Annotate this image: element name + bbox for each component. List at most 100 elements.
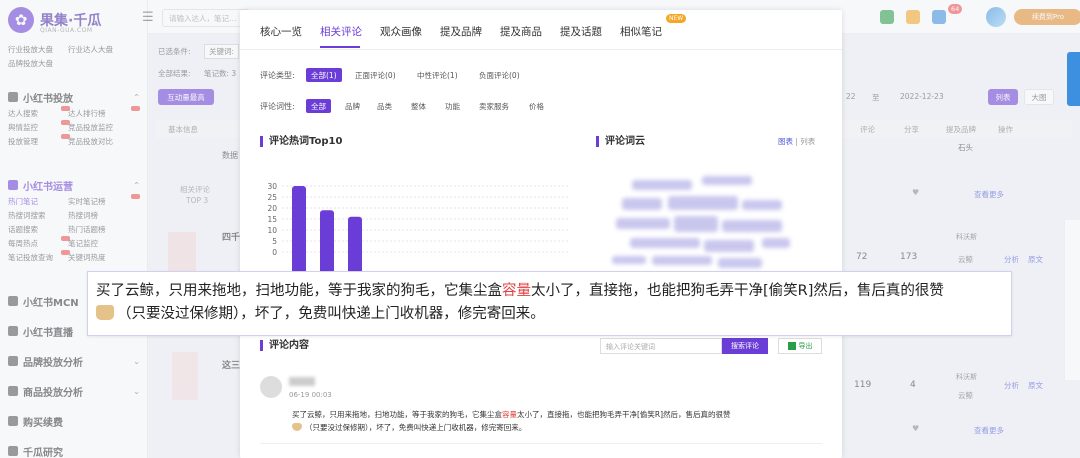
tab-similar-notes[interactable]: 相似笔记 bbox=[620, 24, 662, 39]
like-icon[interactable]: ♥ bbox=[912, 424, 919, 433]
hot-words-bar-chart: 0 5 10 15 20 25 30 bbox=[267, 182, 568, 280]
thumbs-up-icon bbox=[96, 305, 114, 320]
y-tick-label: 20 bbox=[267, 204, 277, 213]
tab-topics[interactable]: 提及话题 bbox=[560, 24, 602, 39]
sidebar-item[interactable]: 热门话题榜 bbox=[68, 224, 138, 235]
note-thumbnail[interactable] bbox=[168, 232, 196, 272]
attr-chip-brand[interactable]: 品牌 bbox=[340, 99, 365, 113]
related-comments-label: 相关评论 bbox=[180, 185, 210, 194]
sidebar-item[interactable]: 投放管理 bbox=[8, 134, 70, 147]
row-comments: 72 bbox=[856, 252, 868, 262]
bar[interactable] bbox=[320, 210, 334, 280]
attr-chip-category[interactable]: 品类 bbox=[372, 99, 397, 113]
user-avatar[interactable] bbox=[986, 7, 1006, 27]
vip-renew-button[interactable]: 续费到Pro bbox=[1014, 9, 1080, 25]
sidebar-item[interactable]: 话题搜索 bbox=[8, 224, 68, 235]
sidebar-group-research[interactable]: 千瓜研究 bbox=[0, 440, 147, 458]
sidebar-group-brand[interactable]: 品牌投放分析 ⌄ bbox=[0, 350, 147, 372]
filter-keyword-tag[interactable]: 关键词: bbox=[204, 44, 240, 59]
note-thumbnail[interactable] bbox=[172, 352, 198, 400]
excel-icon bbox=[787, 342, 796, 350]
global-search-input[interactable]: 请输入达人，笔记… bbox=[162, 9, 250, 27]
sidebar-item[interactable]: 实时笔记榜 bbox=[68, 194, 140, 207]
view-more-link[interactable]: 查看更多 bbox=[974, 189, 1004, 200]
sidebar-link[interactable]: 品牌投放大盘 bbox=[8, 58, 68, 69]
sidebar-link[interactable]: 行业投放大盘 bbox=[8, 44, 68, 55]
sort-interactive-button[interactable]: 互动量最高 bbox=[158, 89, 214, 105]
attr-chip-seller-service[interactable]: 卖家服务 bbox=[474, 99, 514, 113]
word-cloud-title: 评论词云 bbox=[596, 136, 645, 147]
sidebar-group-product[interactable]: 商品投放分析 ⌄ bbox=[0, 380, 147, 402]
attr-chip-all[interactable]: 全部 bbox=[306, 99, 331, 113]
comment-content-title: 评论内容 bbox=[260, 340, 309, 351]
gift-icon[interactable] bbox=[906, 10, 920, 24]
like-icon[interactable]: ♥ bbox=[912, 188, 919, 197]
chart-list-toggle[interactable]: 图表 | 列表 bbox=[778, 136, 815, 147]
tab-comments[interactable]: 相关评论 bbox=[320, 24, 362, 39]
sidebar-item[interactable]: 每周热点 bbox=[8, 236, 70, 249]
sidebar-item[interactable]: 达人搜索 bbox=[8, 106, 70, 119]
chevron-down-icon: ⌄ bbox=[133, 356, 140, 366]
type-chip-negative[interactable]: 负面评论(0) bbox=[474, 68, 525, 82]
type-chip-positive[interactable]: 正面评论(0) bbox=[350, 68, 401, 82]
grid-icon bbox=[8, 92, 18, 102]
tab-overview[interactable]: 核心一览 bbox=[260, 24, 302, 39]
menu-collapse-icon[interactable]: ☰ bbox=[142, 10, 154, 25]
original-link[interactable]: 原文 bbox=[1028, 254, 1043, 265]
app-icon[interactable] bbox=[880, 10, 894, 24]
sidebar-item[interactable]: 竞品投放监控 bbox=[68, 122, 138, 133]
sidebar-group-xhs-ads: 小红书投放 ⌃ 达人搜索 达人排行榜 舆情监控 竞品投放监控 投放管理 竞品投放对… bbox=[0, 86, 147, 147]
original-link[interactable]: 原文 bbox=[1028, 380, 1043, 391]
sidebar-item[interactable]: 舆情监控 bbox=[8, 120, 70, 133]
type-chip-neutral[interactable]: 中性评论(1) bbox=[412, 68, 463, 82]
top-rank-label: TOP 3 bbox=[186, 196, 209, 205]
sidebar-item[interactable]: 热搜词搜索 bbox=[8, 210, 68, 221]
analyze-link[interactable]: 分析 bbox=[1004, 380, 1019, 391]
sidebar-group-purchase[interactable]: 购买续费 bbox=[0, 410, 147, 432]
attr-chip-price[interactable]: 价格 bbox=[524, 99, 549, 113]
sidebar-link[interactable]: 行业达人大盘 bbox=[68, 44, 138, 55]
date-to[interactable]: 2022-12-23 bbox=[900, 92, 944, 101]
notification-badge: 64 bbox=[948, 4, 963, 14]
right-toolbar[interactable] bbox=[1064, 220, 1080, 380]
bar[interactable] bbox=[292, 186, 306, 280]
cloud-word-blurred bbox=[612, 256, 646, 264]
sidebar-item[interactable]: 达人排行榜 bbox=[68, 106, 140, 119]
sidebar-item[interactable]: 笔记监控 bbox=[68, 238, 138, 249]
note-title[interactable]: 这三 bbox=[222, 358, 240, 371]
date-from[interactable]: 22 bbox=[846, 92, 856, 101]
floating-side-tab[interactable] bbox=[1067, 52, 1080, 106]
view-more-link[interactable]: 查看更多 bbox=[974, 425, 1004, 436]
attr-chip-function[interactable]: 功能 bbox=[440, 99, 465, 113]
mcn-icon bbox=[8, 296, 18, 306]
note-title[interactable]: 四千 bbox=[222, 230, 240, 243]
magnified-comment-callout: 买了云鲸，只用来拖地，扫地功能，等于我家的狗毛，它集尘盒容量太小了，直接拖，也能… bbox=[87, 271, 1012, 336]
sidebar-group-header[interactable]: 小红书投放 ⌃ bbox=[0, 86, 147, 108]
tab-products[interactable]: 提及商品 bbox=[500, 24, 542, 39]
comment-search-button[interactable]: 搜索评论 bbox=[722, 338, 768, 354]
highlight-keyword: 容量 bbox=[502, 410, 517, 419]
tab-brands[interactable]: 提及品牌 bbox=[440, 24, 482, 39]
commenter-avatar[interactable] bbox=[260, 376, 282, 398]
sidebar-item-active[interactable]: 热门笔记 bbox=[8, 196, 68, 207]
sidebar-item[interactable]: 笔记投放查询 bbox=[8, 250, 70, 263]
type-chip-all[interactable]: 全部(1) bbox=[306, 68, 342, 82]
comment-time: 06-19 00:03 bbox=[289, 391, 332, 399]
view-big-button[interactable]: 大图 bbox=[1024, 89, 1054, 105]
analyze-link[interactable]: 分析 bbox=[1004, 254, 1019, 265]
attr-chip-overall[interactable]: 整体 bbox=[406, 99, 431, 113]
view-list-button[interactable]: 列表 bbox=[988, 89, 1018, 105]
research-icon bbox=[8, 446, 18, 456]
date-separator: 至 bbox=[872, 93, 880, 102]
tab-audience[interactable]: 观众画像 bbox=[380, 24, 422, 39]
message-icon[interactable] bbox=[932, 10, 946, 24]
sidebar-item[interactable]: 热搜词榜 bbox=[68, 210, 138, 221]
logo[interactable]: ✿ 果集·千瓜 QIAN-GUA.COM bbox=[8, 5, 101, 35]
sidebar-item[interactable]: 竞品投放对比 bbox=[68, 136, 138, 147]
sidebar-group-xhs-ops: 小红书运营 ⌃ 热门笔记 实时笔记榜 热搜词搜索 热搜词榜 话题搜索 热门话题榜 … bbox=[0, 174, 147, 263]
sidebar-group-header[interactable]: 小红书运营 ⌃ bbox=[0, 174, 147, 196]
sidebar-item[interactable]: 关键词热度 bbox=[68, 252, 138, 263]
comment-search-input[interactable]: 输入评论关键词 bbox=[600, 338, 722, 354]
export-button[interactable]: 导出 bbox=[778, 338, 822, 354]
live-icon bbox=[8, 326, 18, 336]
